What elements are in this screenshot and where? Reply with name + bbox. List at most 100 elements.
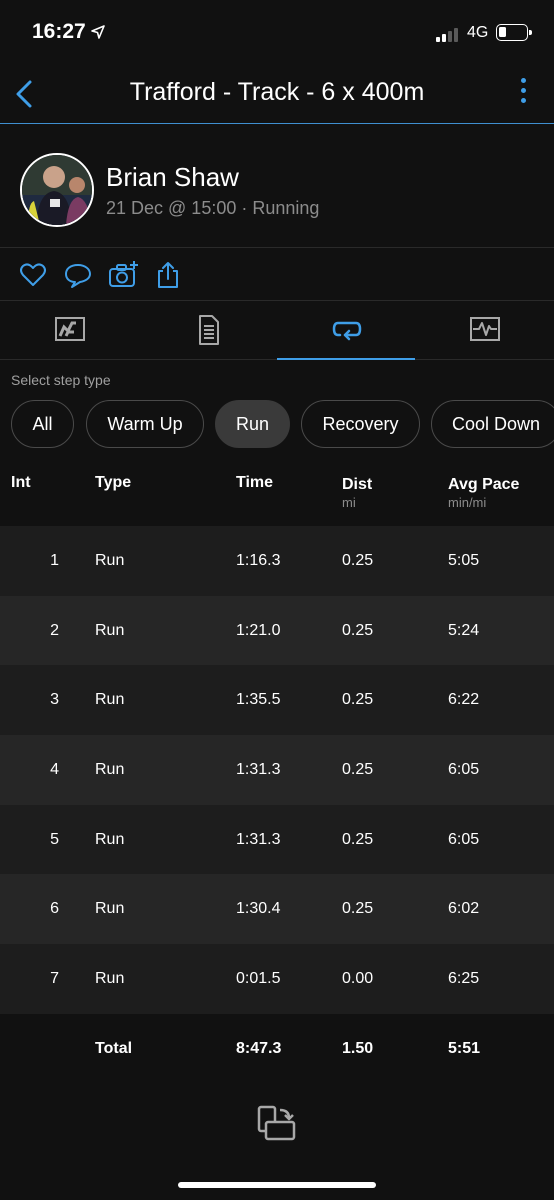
total-dist: 1.50 xyxy=(342,1040,374,1057)
comment-button[interactable] xyxy=(63,260,93,290)
signal-strength-icon xyxy=(436,26,462,42)
cell-type: Run xyxy=(95,970,125,988)
table-row[interactable]: 6 Run 1:30.4 0.25 6:02 xyxy=(0,874,554,945)
cell-dist: 0.25 xyxy=(342,691,374,709)
battery-icon xyxy=(496,24,532,41)
cell-time: 1:21.0 xyxy=(236,621,281,639)
cell-int: 2 xyxy=(50,621,59,639)
cell-int: 5 xyxy=(50,830,59,848)
tab-charts[interactable] xyxy=(415,302,553,360)
profile-photo xyxy=(22,155,92,225)
cell-dist: 0.25 xyxy=(342,830,374,848)
laps-table-header: Int Type Time Dist mi Avg Pace min/mi xyxy=(0,462,554,526)
table-total-row: Total 8:47.3 1.50 5:51 xyxy=(0,1014,554,1084)
cell-pace: 5:05 xyxy=(448,552,480,569)
cell-time: 1:30.4 xyxy=(236,900,281,918)
cell-time: 1:31.3 xyxy=(236,761,281,779)
activity-header: Brian Shaw 21 Dec @ 15:00 · Running xyxy=(0,126,554,248)
back-button[interactable] xyxy=(8,74,44,114)
network-type: 4G xyxy=(467,24,489,41)
cell-pace: 6:02 xyxy=(448,900,480,918)
cell-time: 0:01.5 xyxy=(236,970,281,988)
cell-pace: 6:05 xyxy=(448,830,480,848)
col-header-time[interactable]: Time xyxy=(236,474,273,492)
tab-details[interactable] xyxy=(138,302,276,360)
cell-time: 1:35.5 xyxy=(236,691,281,709)
table-row[interactable]: 1 Run 1:16.3 0.25 5:05 xyxy=(0,526,554,596)
chip-all[interactable]: All xyxy=(11,400,74,448)
speech-bubble-icon xyxy=(65,264,91,288)
table-row[interactable]: 3 Run 1:35.5 0.25 6:22 xyxy=(0,665,554,736)
cell-type: Run xyxy=(95,900,125,918)
table-row[interactable]: 2 Run 1:21.0 0.25 5:24 xyxy=(0,595,554,666)
cell-dist: 0.25 xyxy=(342,621,374,639)
share-icon xyxy=(158,262,178,288)
cell-type: Run xyxy=(95,830,125,848)
share-button[interactable] xyxy=(153,260,183,290)
col-header-int[interactable]: Int xyxy=(11,474,31,492)
col-header-dist[interactable]: Dist xyxy=(342,476,372,494)
cell-type: Run xyxy=(95,552,125,569)
chip-recovery[interactable]: Recovery xyxy=(301,400,420,448)
chevron-left-icon xyxy=(16,80,32,108)
cell-dist: 0.25 xyxy=(342,761,374,779)
tab-map[interactable] xyxy=(0,302,138,360)
laps-table-body: 1 Run 1:16.3 0.25 5:05 2 Run 1:21.0 0.25… xyxy=(0,526,554,1014)
vertical-dots-icon xyxy=(518,78,528,103)
filter-label: Select step type xyxy=(11,372,111,388)
table-row[interactable]: 5 Run 1:31.3 0.25 6:05 xyxy=(0,804,554,875)
home-indicator[interactable] xyxy=(178,1182,376,1188)
rotate-screen-icon xyxy=(257,1105,296,1141)
heart-icon xyxy=(20,263,46,286)
tab-bar xyxy=(0,302,554,360)
activity-meta: 21 Dec @ 15:00 · Running xyxy=(106,198,320,218)
cell-dist: 0.00 xyxy=(342,970,374,988)
camera-plus-icon xyxy=(109,261,138,287)
cell-time: 1:16.3 xyxy=(236,552,281,569)
cell-pace: 5:24 xyxy=(448,621,480,639)
total-time: 8:47.3 xyxy=(236,1040,282,1057)
cell-int: 3 xyxy=(50,691,59,709)
rotate-view-button[interactable] xyxy=(256,1104,300,1144)
location-arrow-icon xyxy=(91,25,105,39)
cell-type: Run xyxy=(95,621,125,639)
page-title: Trafford - Track - 6 x 400m xyxy=(129,78,425,106)
status-bar: 16:27 4G xyxy=(0,0,554,66)
tab-laps[interactable] xyxy=(277,302,415,360)
col-unit-pace: min/mi xyxy=(448,495,487,510)
cell-type: Run xyxy=(95,761,125,779)
avatar[interactable] xyxy=(20,153,94,227)
total-pace: 5:51 xyxy=(448,1040,481,1057)
add-photo-button[interactable] xyxy=(108,260,138,290)
action-bar xyxy=(0,249,554,301)
cell-dist: 0.25 xyxy=(342,900,374,918)
status-time: 16:27 xyxy=(32,20,86,43)
loop-arrows-icon xyxy=(332,321,362,341)
cell-int: 6 xyxy=(50,900,59,918)
cell-dist: 0.25 xyxy=(342,552,374,569)
like-button[interactable] xyxy=(18,260,48,290)
heart-rate-chart-icon xyxy=(470,317,500,341)
total-label: Total xyxy=(95,1040,133,1057)
table-row[interactable]: 4 Run 1:31.3 0.25 6:05 xyxy=(0,735,554,805)
col-unit-dist: mi xyxy=(342,495,356,510)
cell-type: Run xyxy=(95,691,125,709)
chip-run[interactable]: Run xyxy=(215,400,290,448)
more-options-button[interactable] xyxy=(518,78,528,110)
nav-bar: Trafford - Track - 6 x 400m xyxy=(0,66,554,124)
cell-pace: 6:25 xyxy=(448,970,480,988)
cell-int: 7 xyxy=(50,970,59,988)
table-row[interactable]: 7 Run 0:01.5 0.00 6:25 xyxy=(0,944,554,1014)
document-list-icon xyxy=(199,315,219,345)
chip-warm-up[interactable]: Warm Up xyxy=(86,400,204,448)
user-name[interactable]: Brian Shaw xyxy=(106,162,239,193)
map-chart-icon xyxy=(55,317,85,341)
cell-int: 4 xyxy=(50,761,59,779)
chip-cool-down[interactable]: Cool Down xyxy=(431,400,554,448)
col-header-type[interactable]: Type xyxy=(95,474,131,492)
cell-pace: 6:05 xyxy=(448,761,480,779)
step-type-chips: All Warm Up Run Recovery Cool Down xyxy=(0,400,554,448)
cell-time: 1:31.3 xyxy=(236,830,281,848)
col-header-pace[interactable]: Avg Pace xyxy=(448,476,519,494)
cell-pace: 6:22 xyxy=(448,691,480,709)
